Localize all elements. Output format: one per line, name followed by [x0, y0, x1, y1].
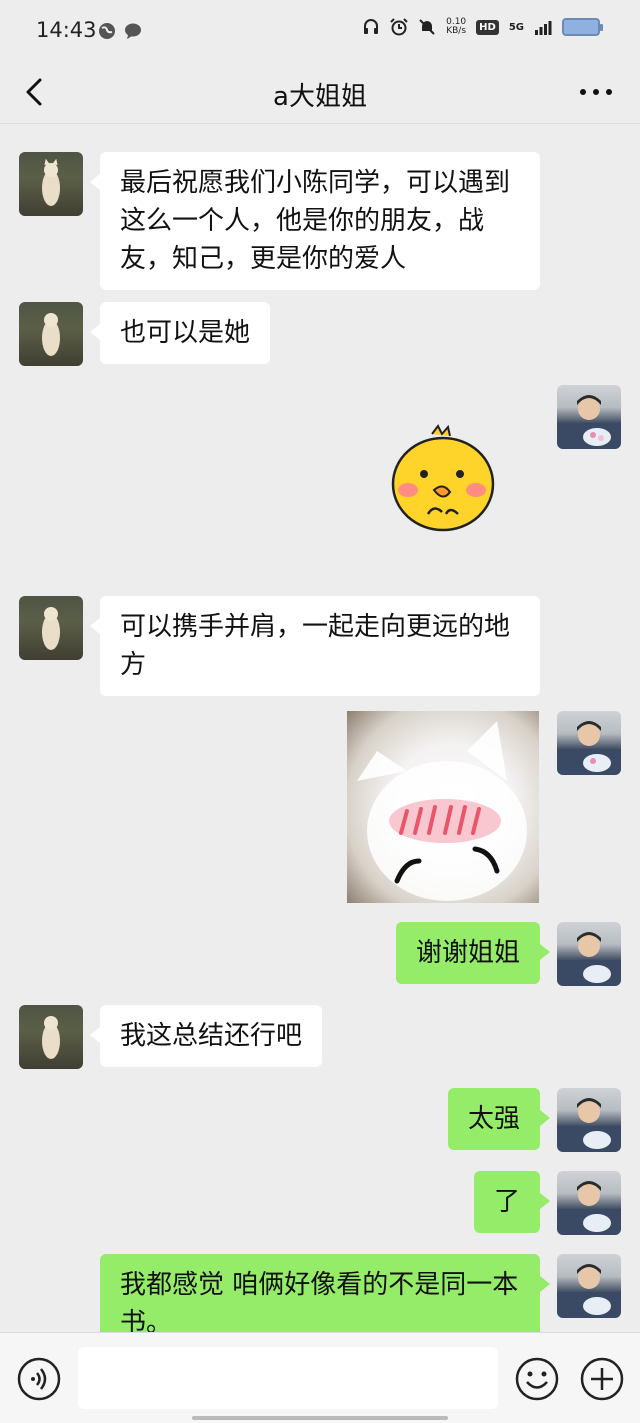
location-globe-icon — [99, 23, 115, 39]
more-options-button[interactable] — [576, 74, 616, 110]
boy-avatar-icon — [557, 1264, 621, 1318]
contact-avatar[interactable] — [19, 152, 83, 216]
message-bubble-incoming[interactable]: 可以携手并肩，一起走向更远的地方 — [90, 596, 540, 696]
message-input[interactable] — [78, 1347, 498, 1409]
voice-input-button[interactable] — [17, 1357, 61, 1401]
network-type: 5G — [508, 21, 524, 33]
message-bubble-incoming[interactable]: 我这总结还行吧 — [89, 1005, 323, 1067]
chick-sticker[interactable] — [388, 424, 498, 534]
message-bubble-outgoing[interactable]: 我都感觉 咱俩好像看的不是同一本书。 — [100, 1254, 550, 1332]
cat-face-icon — [357, 721, 527, 901]
my-avatar[interactable] — [557, 1171, 621, 1235]
contact-avatar[interactable] — [19, 596, 83, 660]
signal-icon — [535, 21, 552, 35]
contact-avatar[interactable] — [19, 1005, 83, 1069]
chat-notification-icon — [125, 23, 141, 39]
battery-icon — [562, 18, 603, 36]
boy-avatar-icon — [557, 721, 621, 775]
emoji-button[interactable] — [515, 1357, 559, 1401]
message-list[interactable]: 最后祝愿我们小陈同学，可以遇到这么一个人，他是你的朋友，战友，知己，更是你的爱人… — [0, 124, 640, 1332]
my-avatar[interactable] — [557, 711, 621, 775]
cat-avatar-icon — [42, 158, 60, 206]
message-bubble-incoming[interactable]: 也可以是她 — [89, 302, 271, 364]
more-functions-button[interactable] — [580, 1357, 624, 1401]
headphones-icon — [364, 19, 379, 34]
status-time: 14:43 — [36, 18, 97, 42]
message-bubble-outgoing[interactable]: 了 — [473, 1171, 551, 1233]
chat-header: a大姐姐 — [0, 62, 640, 124]
boy-avatar-icon — [557, 1098, 621, 1152]
my-avatar[interactable] — [557, 385, 621, 449]
boy-avatar-icon — [557, 1181, 621, 1235]
mute-bell-icon — [419, 19, 435, 35]
cat-avatar-icon — [42, 607, 60, 650]
chat-title: a大姐姐 — [273, 82, 367, 112]
boy-avatar-icon — [557, 932, 621, 986]
home-indicator[interactable] — [192, 1416, 448, 1420]
status-bar: 14:43 0.10 KB/s HD 5G — [0, 0, 640, 62]
blushing-cat-sticker[interactable] — [347, 711, 539, 903]
contact-avatar[interactable] — [19, 302, 83, 366]
message-bubble-outgoing[interactable]: 谢谢姐姐 — [395, 922, 551, 984]
boy-avatar-icon — [557, 395, 621, 449]
hd-badge: HD — [476, 19, 499, 35]
my-avatar[interactable] — [557, 1254, 621, 1318]
cat-avatar-icon — [42, 313, 60, 356]
message-bubble-outgoing[interactable]: 太强 — [447, 1088, 551, 1150]
alarm-icon — [390, 18, 408, 36]
input-bar — [0, 1332, 640, 1423]
my-avatar[interactable] — [557, 922, 621, 986]
my-avatar[interactable] — [557, 1088, 621, 1152]
cat-avatar-icon — [42, 1016, 60, 1059]
net-speed: 0.10 KB/s — [446, 17, 467, 36]
message-bubble-incoming[interactable]: 最后祝愿我们小陈同学，可以遇到这么一个人，他是你的朋友，战友，知己，更是你的爱人 — [90, 152, 540, 290]
